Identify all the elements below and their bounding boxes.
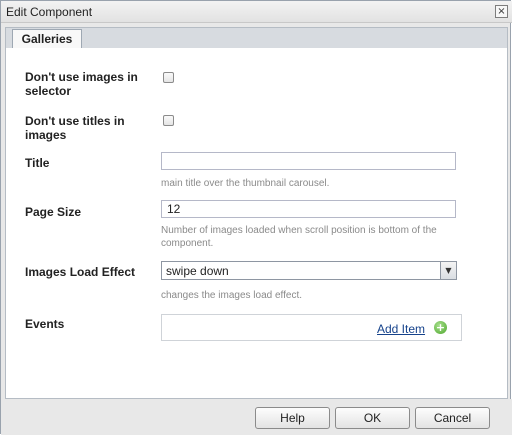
events-label: Events	[25, 317, 65, 331]
title-hint: main title over the thumbnail carousel.	[161, 178, 330, 189]
load-effect-label: Images Load Effect	[25, 265, 136, 279]
close-icon[interactable]: ×	[495, 5, 508, 18]
no-images-checkbox[interactable]	[163, 72, 174, 83]
events-list: Add Item +	[161, 314, 462, 341]
load-effect-select[interactable]: swipe down ▼	[161, 261, 457, 280]
add-icon[interactable]: +	[434, 321, 447, 334]
page-size-label: Page Size	[25, 205, 82, 219]
no-images-label: Don't use images in selector	[25, 70, 138, 98]
dialog-footer: Help OK Cancel	[1, 399, 512, 435]
edit-component-dialog: Edit Component × Galleries Don't use ima…	[0, 0, 512, 435]
page-size-hint: Number of images loaded when scroll posi…	[161, 225, 437, 249]
load-effect-value: swipe down	[166, 264, 229, 278]
help-button[interactable]: Help	[255, 407, 330, 429]
title-input[interactable]	[161, 152, 456, 170]
dialog-title: Edit Component	[6, 5, 93, 19]
ok-button[interactable]: OK	[335, 407, 410, 429]
load-effect-hint: changes the images load effect.	[161, 290, 303, 301]
add-item-link[interactable]: Add Item	[377, 322, 425, 336]
chevron-down-icon[interactable]: ▼	[440, 262, 456, 279]
tab-strip: Galleries	[5, 27, 508, 50]
no-titles-label: Don't use titles in images	[25, 114, 125, 142]
page-size-input[interactable]: 12	[161, 200, 456, 218]
cancel-button[interactable]: Cancel	[415, 407, 490, 429]
dialog-titlebar[interactable]: Edit Component ×	[1, 1, 512, 23]
tab-galleries[interactable]: Galleries	[12, 29, 82, 50]
no-titles-checkbox[interactable]	[163, 115, 174, 126]
title-label: Title	[25, 156, 50, 170]
